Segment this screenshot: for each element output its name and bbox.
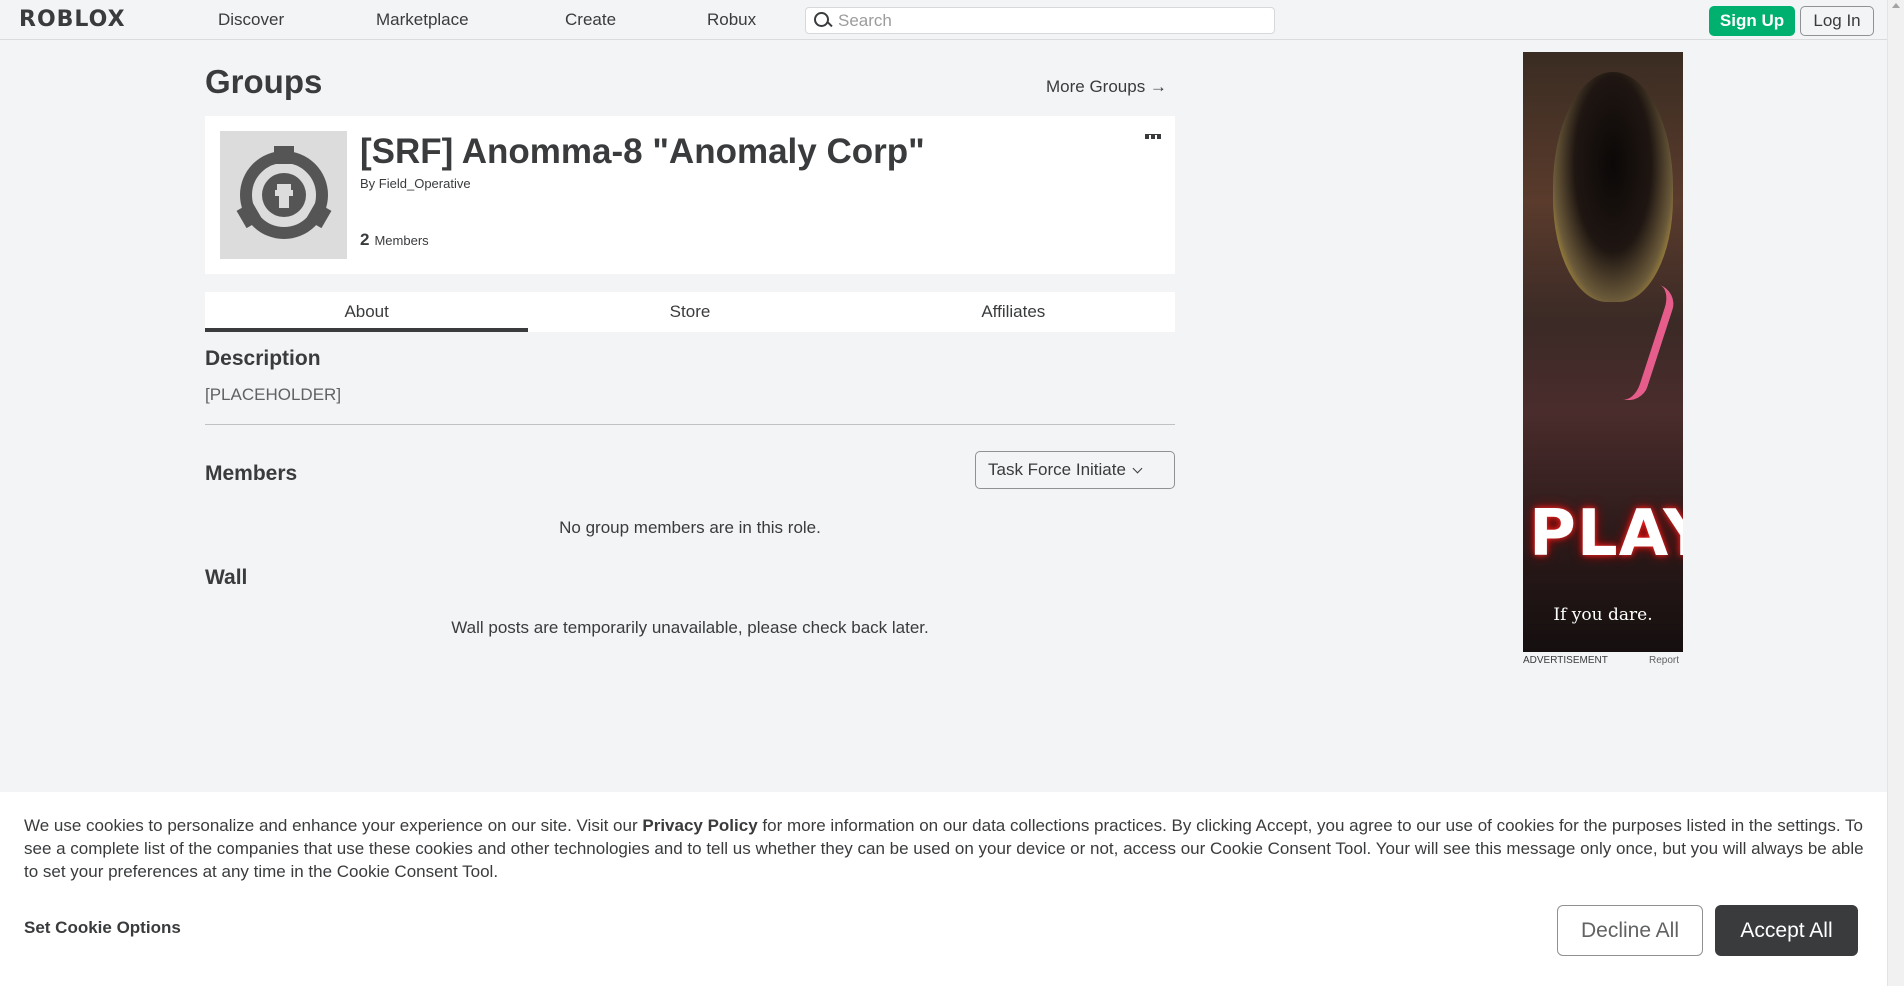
page-title: Groups xyxy=(205,63,323,100)
page-scrollbar[interactable] xyxy=(1887,0,1904,986)
roblox-logo[interactable]: ROBLOX xyxy=(19,7,126,32)
tab-about[interactable]: About xyxy=(205,292,529,332)
wall-heading: Wall xyxy=(205,566,248,589)
scp-fist-logo-icon xyxy=(236,146,331,239)
tab-store[interactable]: Store xyxy=(528,292,851,332)
signup-button[interactable]: Sign Up xyxy=(1709,6,1795,36)
owner-link[interactable]: Field_Operative xyxy=(379,176,471,191)
cookie-banner: We use cookies to personalize and enhanc… xyxy=(0,792,1887,986)
login-button[interactable]: Log In xyxy=(1800,6,1874,36)
group-header-card: [SRF] Anomma-8 "Anomaly Corp" By Field_O… xyxy=(205,116,1175,274)
nav-discover[interactable]: Discover xyxy=(218,10,284,30)
cookie-message: We use cookies to personalize and enhanc… xyxy=(24,814,1869,883)
no-members-message: No group members are in this role. xyxy=(559,518,821,537)
nav-create[interactable]: Create xyxy=(565,10,616,30)
search-input[interactable] xyxy=(838,10,1258,31)
decline-all-button[interactable]: Decline All xyxy=(1557,905,1703,956)
set-cookie-options-link[interactable]: Set Cookie Options xyxy=(24,918,181,938)
description-text: [PLACEHOLDER] xyxy=(205,385,342,404)
ad-label: ADVERTISEMENT xyxy=(1523,655,1608,666)
cookie-text-before: We use cookies to personalize and enhanc… xyxy=(24,816,643,835)
top-nav: ROBLOX Discover Marketplace Create Robux… xyxy=(0,0,1887,40)
ad-tagline: If you dare. xyxy=(1553,605,1653,625)
tab-affiliates[interactable]: Affiliates xyxy=(852,292,1175,332)
accept-all-button[interactable]: Accept All xyxy=(1715,905,1858,956)
role-dropdown[interactable]: Task Force Initiate xyxy=(975,451,1175,489)
privacy-policy-link[interactable]: Privacy Policy xyxy=(642,816,757,835)
ad-creature-art xyxy=(1553,72,1673,302)
more-options-icon[interactable] xyxy=(1145,134,1161,140)
section-divider xyxy=(205,424,1175,425)
role-dropdown-value: Task Force Initiate xyxy=(988,460,1126,479)
ad-headline: PLAY xyxy=(1529,497,1683,571)
members-heading: Members xyxy=(205,462,298,485)
search-box[interactable] xyxy=(805,7,1275,34)
group-owner-line: By Field_Operative xyxy=(360,176,471,191)
member-count-label: Members xyxy=(374,233,429,248)
member-count-number: 2 xyxy=(360,230,370,249)
advertisement-banner[interactable]: PLAY If you dare. xyxy=(1523,52,1683,652)
more-groups-link[interactable]: More Groups → xyxy=(1046,77,1167,97)
by-prefix: By xyxy=(360,176,376,191)
search-icon[interactable] xyxy=(812,7,838,34)
group-emblem xyxy=(220,131,347,259)
description-heading: Description xyxy=(205,347,321,370)
nav-marketplace[interactable]: Marketplace xyxy=(376,10,469,30)
scroll-up-icon[interactable] xyxy=(1892,3,1900,8)
member-count: 2 Members xyxy=(360,230,429,250)
nav-robux[interactable]: Robux xyxy=(707,10,756,30)
group-tabs: About Store Affiliates xyxy=(205,292,1175,332)
group-name: [SRF] Anomma-8 "Anomaly Corp" xyxy=(360,132,925,171)
ad-report-link[interactable]: Report xyxy=(1649,655,1679,666)
chevron-down-icon xyxy=(1132,463,1143,473)
wall-unavailable-message: Wall posts are temporarily unavailable, … xyxy=(451,618,929,637)
